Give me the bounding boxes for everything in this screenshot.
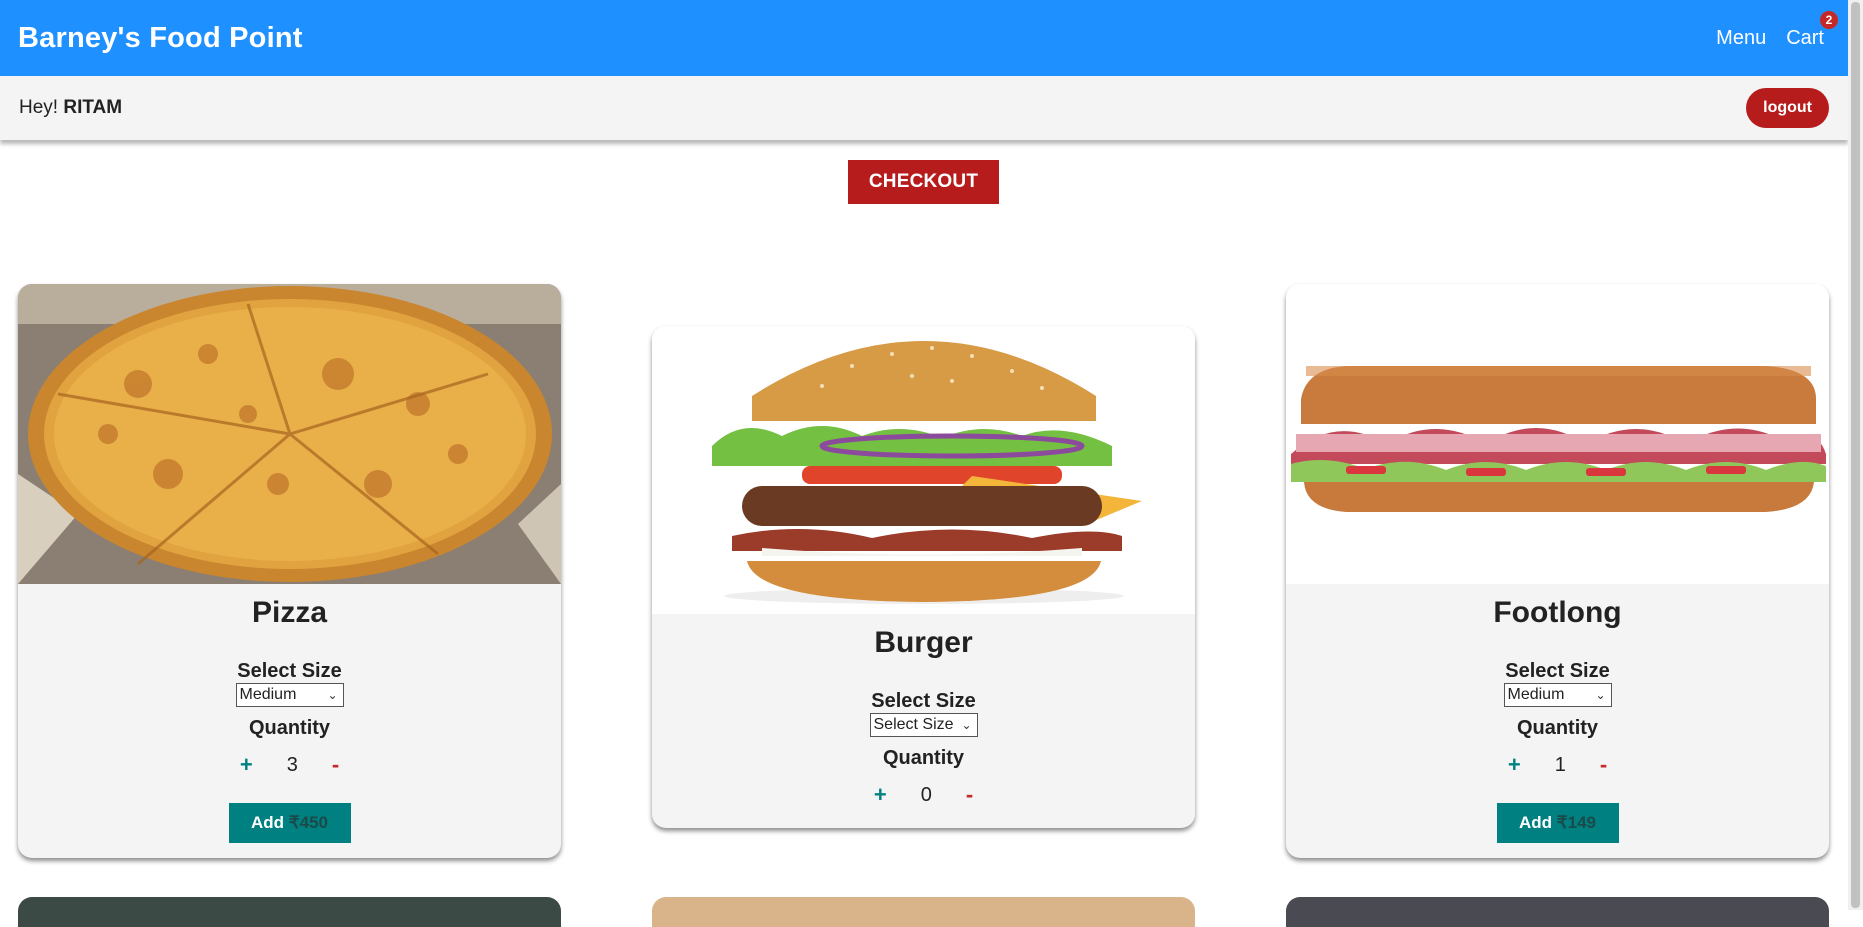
burger-image (652, 326, 1195, 614)
page-scrollbar[interactable] (1848, 0, 1863, 910)
product-name: Footlong (1493, 596, 1622, 629)
quantity-stepper: + 0 - (652, 782, 1195, 808)
size-select-value: Select Size (873, 716, 954, 733)
footlong-image (1286, 284, 1829, 584)
increase-quantity-button[interactable]: + (874, 782, 887, 808)
cart-label: Cart (1786, 26, 1824, 49)
checkout-button[interactable]: CHECKOUT (848, 160, 999, 204)
product-card-burger: Burger Select Size Select Size ⌄ Quantit… (652, 326, 1195, 828)
increase-quantity-button[interactable]: + (1508, 752, 1521, 778)
quantity-value: 3 (286, 753, 298, 776)
product-card-partial (18, 897, 561, 927)
product-card-partial (652, 897, 1195, 927)
quantity-stepper: + 1 - (1286, 752, 1829, 778)
chevron-down-icon: ⌄ (961, 718, 972, 732)
quantity-label: Quantity (248, 717, 331, 739)
greeting-text: Hey! RITAM (19, 97, 122, 119)
decrease-quantity-button[interactable]: - (332, 752, 339, 778)
navbar: Barney's Food Point Menu Cart 2 (0, 0, 1848, 76)
product-name: Burger (874, 626, 973, 659)
nav-cart-link[interactable]: Cart 2 (1786, 10, 1838, 50)
size-select[interactable]: Medium ⌄ (235, 683, 344, 707)
pizza-image (18, 284, 561, 584)
add-to-cart-button[interactable]: Add ₹149 (1496, 803, 1619, 843)
cart-count-badge: 2 (1820, 10, 1838, 29)
chevron-down-icon: ⌄ (327, 688, 338, 702)
logout-button[interactable]: logout (1746, 88, 1829, 128)
nav-menu-link[interactable]: Menu (1716, 27, 1766, 50)
quantity-stepper: + 3 - (18, 752, 561, 778)
size-select[interactable]: Select Size ⌄ (869, 713, 978, 737)
product-name: Pizza (251, 596, 328, 629)
add-label: Add (251, 813, 285, 832)
product-card-footlong: Footlong Select Size Medium ⌄ Quantity +… (1286, 284, 1829, 858)
size-select-value: Medium (1507, 686, 1565, 703)
product-card-partial (1286, 897, 1829, 927)
quantity-value: 0 (920, 783, 932, 806)
greeting-bar: Hey! RITAM logout (0, 76, 1848, 140)
quantity-value: 1 (1554, 753, 1566, 776)
price-label: ₹450 (288, 813, 328, 832)
increase-quantity-button[interactable]: + (240, 752, 253, 778)
scrollbar-thumb[interactable] (1851, 2, 1860, 908)
quantity-label: Quantity (1516, 717, 1599, 739)
product-card-pizza: Pizza Select Size Medium ⌄ Quantity + 3 … (18, 284, 561, 858)
quantity-label: Quantity (882, 747, 965, 769)
add-label: Add (1519, 813, 1553, 832)
size-select-value: Medium (239, 686, 297, 703)
brand-title[interactable]: Barney's Food Point (18, 22, 303, 55)
decrease-quantity-button[interactable]: - (1600, 752, 1607, 778)
select-size-label: Select Size (237, 660, 342, 682)
nav-links: Menu Cart 2 (1716, 10, 1838, 50)
price-label: ₹149 (1556, 813, 1596, 832)
greeting-prefix: Hey! (19, 97, 59, 118)
chevron-down-icon: ⌄ (1595, 688, 1606, 702)
select-size-label: Select Size (1505, 660, 1610, 682)
username: RITAM (63, 97, 123, 118)
add-to-cart-button[interactable]: Add ₹450 (228, 803, 351, 843)
size-select[interactable]: Medium ⌄ (1503, 683, 1612, 707)
decrease-quantity-button[interactable]: - (966, 782, 973, 808)
select-size-label: Select Size (871, 690, 976, 712)
